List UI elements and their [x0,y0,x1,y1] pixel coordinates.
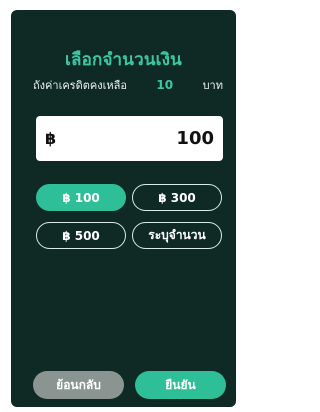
amount-value: 100 [176,128,214,149]
amount-selection-dialog: เลือกจำนวนเงิน ถังค่าเครดิตคงเหลือ 10 บา… [11,10,236,407]
confirm-button[interactable]: ยืนยัน [135,371,226,399]
amount-option-100[interactable]: ฿ 100 [36,184,126,211]
credit-balance-label: ถังค่าเครดิตคงเหลือ [33,79,127,92]
amount-option-300[interactable]: ฿ 300 [132,184,222,211]
amount-input[interactable]: ฿ 100 [36,116,223,161]
amount-option-500[interactable]: ฿ 500 [36,222,126,249]
credit-balance-row: ถังค่าเครดิตคงเหลือ 10 บาท [33,76,223,94]
credit-balance-value: 10 [156,78,174,92]
credit-balance-unit: บาท [202,79,223,92]
back-button[interactable]: ย้อนกลับ [33,371,124,399]
baht-symbol-icon: ฿ [45,129,57,148]
dialog-title: เลือกจำนวนเงิน [65,50,182,70]
amount-option-custom[interactable]: ระบุจำนวน [132,222,222,249]
